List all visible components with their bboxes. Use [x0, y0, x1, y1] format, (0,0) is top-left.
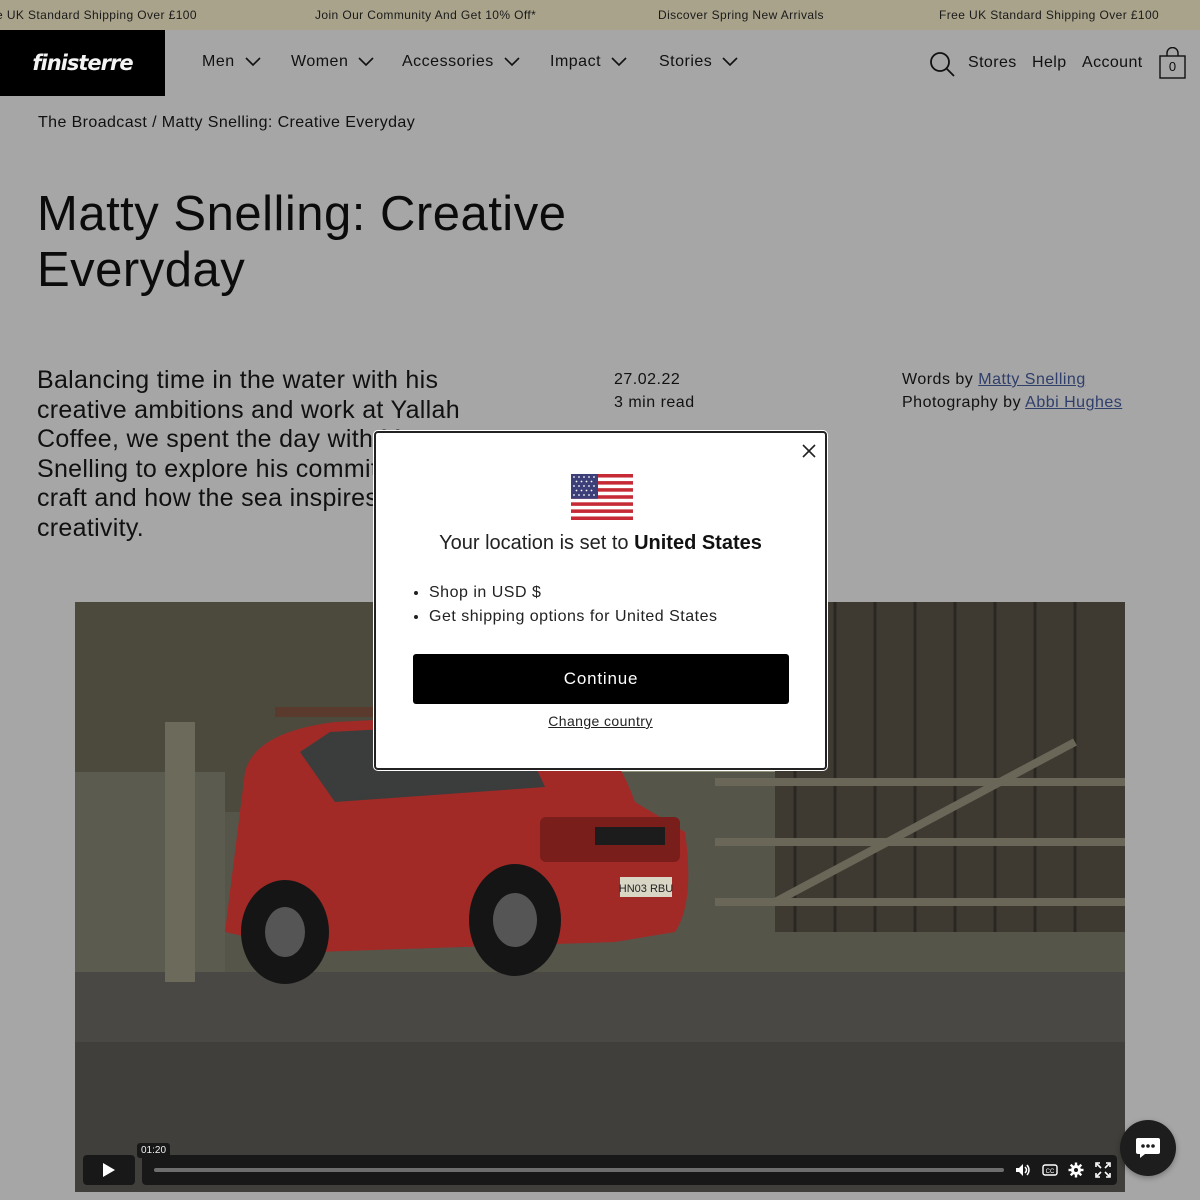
help-link[interactable]: Help	[1032, 54, 1067, 72]
settings-icon[interactable]	[1068, 1162, 1084, 1178]
fullscreen-icon[interactable]	[1095, 1162, 1111, 1178]
list-item: Shop in USD $	[429, 581, 718, 605]
video-progress-track[interactable]	[154, 1168, 1004, 1172]
words-author-link[interactable]: Matty Snelling	[978, 371, 1086, 388]
flag-icon	[571, 474, 633, 520]
modal-country: United States	[634, 532, 762, 554]
play-button[interactable]	[83, 1155, 135, 1185]
photo-author-link[interactable]: Abbi Hughes	[1025, 394, 1122, 411]
stores-link[interactable]: Stores	[968, 54, 1017, 72]
nav-item-accessories[interactable]: Accessories	[402, 53, 520, 71]
nav-item-men[interactable]: Men	[202, 53, 261, 71]
video-controls: CC	[142, 1155, 1117, 1185]
nav-item-stories[interactable]: Stories	[659, 53, 738, 71]
chevron-down-icon	[722, 57, 738, 67]
bag-count: 0	[1168, 59, 1177, 74]
nav-item-women[interactable]: Women	[291, 53, 374, 71]
svg-text:CC: CC	[1046, 1169, 1055, 1175]
volume-icon[interactable]	[1015, 1162, 1031, 1178]
site-header: finisterre Men Women Accessories Impact …	[0, 30, 1200, 96]
article-read-time: 3 min read	[614, 394, 695, 411]
photo-label: Photography by	[902, 394, 1022, 411]
chevron-down-icon	[504, 57, 520, 67]
breadcrumb[interactable]: The Broadcast / Matty Snelling: Creative…	[38, 114, 415, 132]
words-label: Words by	[902, 371, 974, 388]
article-date: 27.02.22	[614, 371, 681, 388]
modal-title: Your location is set to United States	[439, 532, 762, 554]
license-plate: HN03 RBU	[619, 883, 673, 895]
account-link[interactable]: Account	[1082, 54, 1143, 72]
announcement-item[interactable]: e UK Standard Shipping Over £100	[0, 8, 197, 22]
play-icon	[103, 1163, 115, 1177]
article-credits: Words by Matty Snelling Photography by A…	[902, 368, 1122, 414]
change-country-link[interactable]: Change country	[376, 713, 825, 729]
logo[interactable]: finisterre	[0, 30, 165, 96]
continue-button[interactable]: Continue	[413, 654, 789, 704]
location-modal: Your location is set to United States Sh…	[374, 431, 827, 770]
chevron-down-icon	[358, 57, 374, 67]
article-meta: 27.02.22 3 min read	[614, 368, 695, 414]
chevron-down-icon	[245, 57, 261, 67]
list-item: Get shipping options for United States	[429, 605, 718, 629]
page-title: Matty Snelling: Creative Everyday	[37, 187, 567, 297]
close-icon[interactable]	[801, 443, 817, 459]
announcement-bar: e UK Standard Shipping Over £100 Join Ou…	[0, 0, 1200, 30]
chat-icon	[1136, 1138, 1160, 1158]
chevron-down-icon	[611, 57, 627, 67]
modal-benefits-list: Shop in USD $ Get shipping options for U…	[429, 581, 718, 629]
chat-button[interactable]	[1120, 1120, 1176, 1176]
announcement-item[interactable]: Join Our Community And Get 10% Off*	[315, 8, 536, 22]
announcement-item[interactable]: Discover Spring New Arrivals	[658, 8, 824, 22]
search-icon[interactable]	[929, 51, 955, 77]
captions-icon[interactable]: CC	[1042, 1162, 1058, 1178]
nav-item-impact[interactable]: Impact	[550, 53, 627, 71]
announcement-item[interactable]: Free UK Standard Shipping Over £100	[939, 8, 1159, 22]
